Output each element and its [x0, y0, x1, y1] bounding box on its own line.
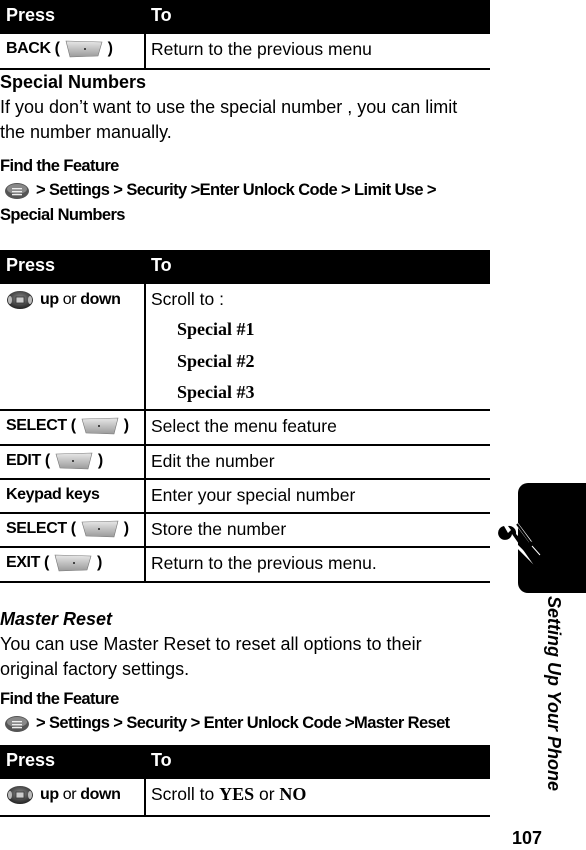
- table-header: Press To: [0, 0, 490, 34]
- action-cell: Store the number: [151, 519, 287, 539]
- table-row: Keypad keys Enter your special number: [0, 480, 490, 514]
- action-cell: Return to the previous menu: [151, 39, 372, 59]
- action-cell: Scroll to YES or NO: [151, 784, 306, 805]
- option-special-2: Special #2: [177, 351, 255, 371]
- feature-path: > Settings > Security > Enter Unlock Cod…: [0, 714, 450, 733]
- table-row: SELECT () Select the menu feature: [0, 411, 490, 446]
- column-divider: [144, 284, 146, 582]
- key-label: EDIT (: [6, 452, 50, 469]
- key-label: BACK (: [6, 40, 60, 57]
- option-special-3: Special #3: [177, 382, 255, 402]
- key-down: down: [80, 786, 121, 803]
- key-cell: BACK ( ): [6, 40, 113, 58]
- key-suffix: ): [123, 520, 129, 537]
- action-cell: Edit the number: [151, 451, 275, 471]
- right-softkey-icon: [80, 417, 120, 435]
- key-cell: SELECT (): [6, 520, 129, 538]
- key-cell: EDIT (): [6, 452, 103, 470]
- header-press: Press: [6, 750, 56, 770]
- right-softkey-icon: [64, 40, 104, 58]
- key-label: SELECT (: [6, 520, 76, 537]
- key-label: SELECT (: [6, 417, 76, 434]
- option-special-1: Special #1: [177, 319, 255, 339]
- feature-path: > Settings > Security >Enter Unlock Code…: [0, 181, 437, 200]
- key-cell: up or down: [6, 290, 121, 310]
- table-row: up or down Scroll to : Special #1 Specia…: [0, 284, 490, 411]
- right-softkey-icon: [54, 452, 94, 470]
- header-press: Press: [6, 255, 56, 275]
- section-heading-special-numbers: Special Numbers: [0, 72, 147, 92]
- section-description: You can use Master Reset to reset all op…: [0, 634, 422, 679]
- find-feature-label: Find the Feature: [0, 157, 119, 175]
- feature-path-continued: Special Numbers: [0, 206, 125, 224]
- key-cell: Keypad keys: [6, 486, 100, 504]
- table-row: EXIT () Return to the previous menu.: [0, 548, 490, 583]
- table-header: Press To: [0, 745, 490, 779]
- table-row: up or down Scroll to YES or NO: [0, 779, 490, 817]
- chapter-title: Setting Up Your Phone: [544, 596, 564, 792]
- header-to: To: [151, 750, 172, 770]
- key-or: or: [62, 786, 77, 803]
- page-number: 107: [512, 828, 543, 848]
- left-softkey-icon: [53, 554, 93, 572]
- find-feature-label: Find the Feature: [0, 690, 119, 708]
- column-divider: [144, 34, 146, 69]
- action-cell: Select the menu feature: [151, 416, 337, 436]
- key-suffix: ): [97, 452, 103, 469]
- menu-key-icon: [4, 715, 30, 733]
- table-row: BACK ( ) Return to the previous menu: [0, 34, 490, 70]
- key-suffix: ): [107, 40, 113, 57]
- right-softkey-icon: [80, 520, 120, 538]
- action-cell: Enter your special number: [151, 485, 356, 505]
- key-label: EXIT (: [6, 554, 49, 571]
- section-description: If you don’t want to use the special num…: [0, 97, 458, 142]
- header-to: To: [151, 5, 172, 25]
- key-down: down: [80, 291, 121, 308]
- section-heading-master-reset: Master Reset: [0, 609, 113, 629]
- key-cell: SELECT (): [6, 417, 129, 435]
- header-press: Press: [6, 5, 56, 25]
- wrench-screwdriver-icon: [498, 522, 544, 568]
- nav-key-icon: [6, 290, 34, 310]
- action-prefix: Scroll to: [151, 784, 215, 804]
- key-or: or: [62, 291, 77, 308]
- column-divider: [144, 779, 146, 816]
- key-up: up: [40, 291, 59, 308]
- option-no: NO: [279, 784, 307, 804]
- table-row: SELECT () Store the number: [0, 514, 490, 548]
- menu-key-icon: [4, 182, 30, 200]
- key-cell: EXIT (): [6, 554, 102, 572]
- key-suffix: ): [96, 554, 102, 571]
- path-text: > Settings > Security > Enter Unlock Cod…: [36, 714, 450, 732]
- action-cell: Scroll to :: [151, 289, 224, 309]
- header-to: To: [151, 255, 172, 275]
- key-cell: up or down: [6, 785, 121, 805]
- key-up: up: [40, 786, 59, 803]
- action-cell: Return to the previous menu.: [151, 553, 377, 573]
- table-header: Press To: [0, 250, 490, 284]
- key-suffix: ): [123, 417, 129, 434]
- table-row: EDIT () Edit the number: [0, 446, 490, 480]
- nav-key-icon: [6, 785, 34, 805]
- option-yes: YES: [219, 784, 255, 804]
- path-text: > Settings > Security >Enter Unlock Code…: [36, 181, 437, 199]
- action-or: or: [258, 784, 275, 804]
- key-label: Keypad keys: [6, 486, 100, 503]
